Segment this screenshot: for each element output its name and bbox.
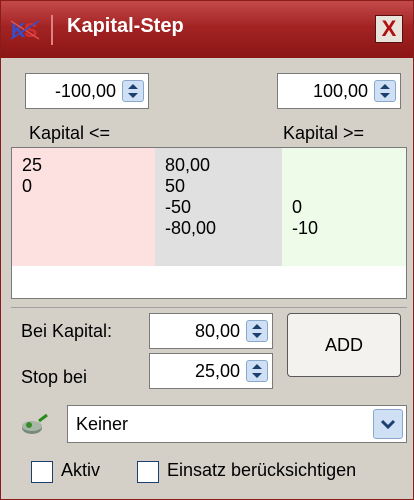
bei-kapital-value: 80,00 [194, 321, 240, 341]
list-item[interactable]: 25 [12, 155, 155, 176]
kapital-max-spinner[interactable]: 100,00 [277, 73, 401, 109]
stop-bei-value: 25,00 [194, 361, 240, 381]
label-kapital-ge: Kapital >= [283, 123, 365, 143]
strategy-dropdown[interactable]: Keiner [67, 405, 407, 443]
window-title: Kapital-Step [67, 15, 184, 37]
chevron-down-icon[interactable] [373, 409, 403, 439]
add-button[interactable]: ADD [287, 313, 401, 377]
spin-arrows-icon[interactable] [374, 80, 396, 102]
filter-icon [19, 411, 55, 439]
list-item[interactable]: 0 [282, 197, 406, 218]
divider [11, 307, 407, 308]
column-kapital-ge: . . 0 -10 [282, 148, 406, 266]
list-item[interactable]: -50 [155, 197, 282, 218]
kapital-min-value: -100,00 [54, 81, 116, 101]
spin-arrows-icon[interactable] [246, 360, 268, 382]
column-kapital-le: 25 0 [12, 148, 155, 266]
kapital-min-spinner[interactable]: -100,00 [25, 73, 149, 109]
label-kapital-le: Kapital <= [29, 123, 111, 143]
ks-logo-icon: K S [9, 15, 53, 45]
kapital-max-value: 100,00 [312, 81, 368, 101]
kapital-step-window: K S Kapital-Step X -100,00 100,00 Kapita… [0, 0, 414, 500]
kapital-step-list[interactable]: 25 0 80,00 50 -50 -80,00 . . 0 -10 [11, 147, 407, 299]
list-item[interactable]: -80,00 [155, 218, 282, 239]
close-button[interactable]: X [375, 15, 403, 43]
label-stop-bei: Stop bei [21, 367, 88, 387]
column-stop: 80,00 50 -50 -80,00 [155, 148, 282, 266]
spin-arrows-icon[interactable] [246, 320, 268, 342]
dropdown-selected: Keiner [76, 414, 129, 434]
list-item[interactable]: 50 [155, 176, 282, 197]
einsatz-label: Einsatz berücksichtigen [167, 460, 357, 480]
stop-bei-spinner[interactable]: 25,00 [149, 353, 273, 389]
bei-kapital-spinner[interactable]: 80,00 [149, 313, 273, 349]
title-bar[interactable]: K S Kapital-Step X [1, 1, 413, 58]
spin-arrows-icon[interactable] [122, 80, 144, 102]
aktiv-checkbox[interactable] [31, 461, 53, 483]
label-bei-kapital: Bei Kapital: [21, 321, 113, 341]
aktiv-label: Aktiv [61, 460, 101, 480]
list-item[interactable]: 80,00 [155, 155, 282, 176]
einsatz-checkbox[interactable] [137, 461, 159, 483]
list-item[interactable]: -10 [282, 218, 406, 239]
list-item[interactable]: 0 [12, 176, 155, 197]
